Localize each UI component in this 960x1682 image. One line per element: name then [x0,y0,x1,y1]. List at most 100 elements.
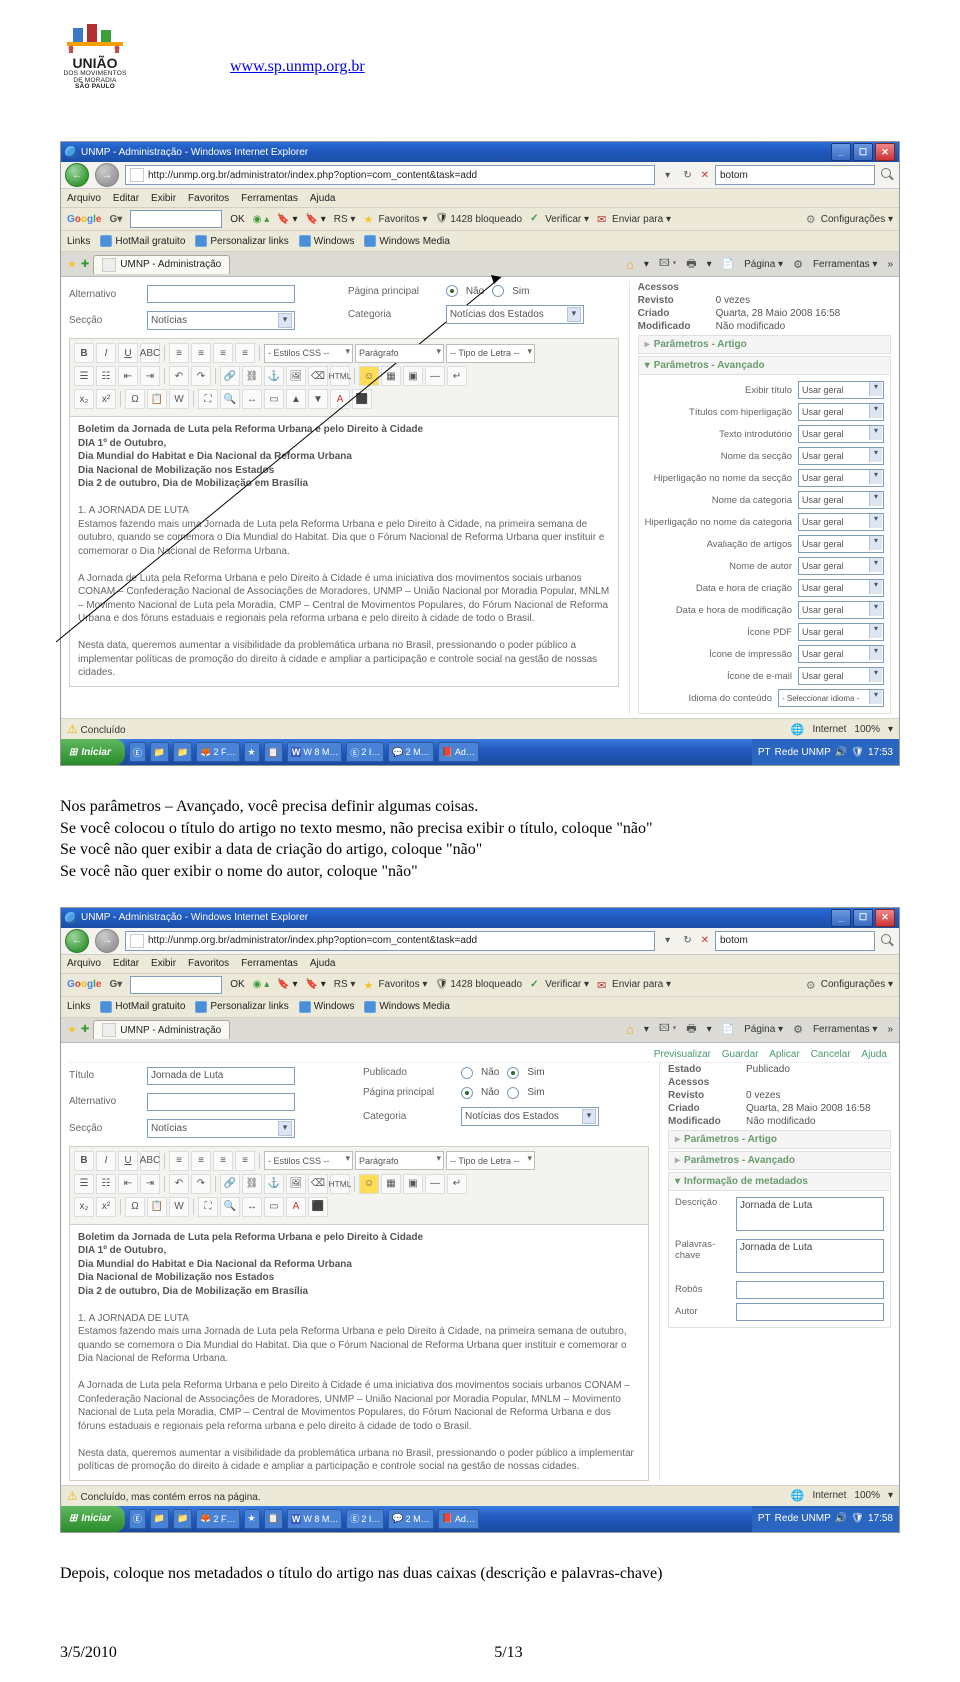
smiley-icon[interactable]: ☺ [359,366,379,386]
back-button[interactable]: ← [65,929,89,953]
pagina-principal-radio[interactable]: NãoSim [446,285,530,297]
hr-icon[interactable]: — [425,1174,445,1194]
action-ajuda[interactable]: Ajuda [861,1049,887,1060]
fullscreen-icon[interactable]: ⛶ [198,1197,218,1217]
align-right-icon[interactable]: ≡ [213,343,233,363]
sub-icon[interactable]: x₂ [74,1197,94,1217]
param-select[interactable]: Usar geral [798,645,884,663]
google-favoritos[interactable]: Favoritos ▾ [363,979,427,991]
tray-network[interactable]: Rede UNMP [775,1513,831,1524]
task-item[interactable]: 🦊 2 F… [196,1509,239,1529]
table-icon[interactable]: ▦ [381,366,401,386]
media-icon[interactable]: ▣ [403,366,423,386]
param-select[interactable]: Usar geral [798,601,884,619]
task-item[interactable]: 📕 Ad… [438,742,479,762]
sup-icon[interactable]: x² [96,1197,116,1217]
indent-icon[interactable]: ⇥ [140,1174,160,1194]
redo-icon[interactable]: ↷ [191,1174,211,1194]
maximize-button[interactable]: ☐ [853,909,873,927]
align-center-icon[interactable]: ≡ [191,343,211,363]
link-icon[interactable]: 🔗 [220,366,240,386]
fullscreen-icon[interactable]: ⛶ [198,389,218,409]
strike-icon[interactable]: ABC [140,1151,160,1171]
task-item[interactable]: W W 8 M… [287,1509,343,1529]
refresh-icon[interactable]: ↻ [681,168,695,182]
task-item[interactable]: 📁 [150,1509,169,1529]
favorites-star-icon[interactable] [67,258,77,271]
outdent-icon[interactable]: ⇤ [118,366,138,386]
param-select[interactable]: Usar geral [798,469,884,487]
categoria-select[interactable]: Notícias dos Estados [446,305,584,324]
menu-arquivo[interactable]: Arquivo [67,958,101,969]
font-select[interactable]: -- Tipo de Letra -- [446,1151,535,1170]
css-style-select[interactable]: - Estilos CSS -- [264,1151,353,1170]
site-url-link[interactable]: www.sp.unmp.org.br [230,58,365,76]
unlink-icon[interactable]: ⛓ [242,1174,262,1194]
color-icon[interactable]: A [286,1197,306,1217]
task-item[interactable]: 📋 [264,1509,283,1529]
url-input[interactable]: http://unmp.org.br/administrator/index.p… [125,931,655,951]
css-style-select[interactable]: - Estilos CSS -- [264,344,353,363]
task-item[interactable]: 📁 [173,742,192,762]
align-justify-icon[interactable]: ≡ [235,1151,255,1171]
font-select[interactable]: -- Tipo de Letra -- [446,344,535,363]
radio-icon[interactable] [492,285,504,297]
action-cancelar[interactable]: Cancelar [811,1049,851,1060]
param-select[interactable]: Usar geral [798,579,884,597]
url-dropdown-icon[interactable]: ▾ [661,168,675,182]
google-verificar[interactable]: Verificar ▾ [530,213,589,225]
anchor-icon[interactable]: ⚓ [264,1174,284,1194]
html-icon[interactable]: HTML [330,1174,350,1194]
task-item[interactable]: Ⓔ 2 I… [346,742,384,762]
link-personalizar[interactable]: Personalizar links [195,1001,288,1013]
accordion-artigo[interactable]: ▸Parâmetros - Artigo [668,1130,891,1149]
url-dropdown-icon[interactable]: ▾ [661,934,675,948]
strike-icon[interactable]: ABC [140,343,160,363]
minimize-button[interactable]: _ [831,909,851,927]
char-icon[interactable]: Ω [125,1197,145,1217]
param-select[interactable]: Usar geral [798,513,884,531]
hr-icon[interactable]: — [425,366,445,386]
outdent-icon[interactable]: ⇤ [118,1174,138,1194]
print-icon[interactable] [686,1020,696,1039]
param-select[interactable]: Usar geral [798,447,884,465]
table-icon[interactable]: ▦ [381,1174,401,1194]
ferramentas-menu[interactable]: Ferramentas ▾ [813,259,877,270]
image-icon[interactable]: 🖼 [286,1174,306,1194]
task-item[interactable]: Ⓔ 2 I… [346,1509,384,1529]
underline-icon[interactable]: U [118,1151,138,1171]
sub-icon[interactable]: x₂ [74,389,94,409]
paste-icon[interactable]: 📋 [147,389,167,409]
smiley-icon[interactable]: ☺ [359,1174,379,1194]
google-config[interactable]: Configurações ▾ [806,213,893,225]
robos-input[interactable] [736,1281,884,1299]
align-right-icon[interactable]: ≡ [213,1151,233,1171]
editor-body[interactable]: Boletim da Jornada de Luta pela Reforma … [69,417,619,687]
align-justify-icon[interactable]: ≡ [235,343,255,363]
char-icon[interactable]: Ω [125,389,145,409]
media-icon[interactable]: ▣ [403,1174,423,1194]
param-select[interactable]: Usar geral [798,425,884,443]
paragraph-select[interactable]: Parágrafo [355,344,444,363]
google-ok[interactable]: OK [230,214,244,225]
ferramentas-menu[interactable]: Ferramentas ▾ [813,1024,877,1035]
ol-icon[interactable]: ☷ [96,366,116,386]
align-center-icon[interactable]: ≡ [191,1151,211,1171]
param-select[interactable]: Usar geral [798,667,884,685]
redo-icon[interactable]: ↷ [191,366,211,386]
radio-icon[interactable] [461,1067,473,1079]
param-select[interactable]: Usar geral [798,535,884,553]
stop-icon[interactable]: ✕ [701,170,709,181]
google-bloqueado[interactable]: 1428 bloqueado [435,213,522,225]
unlink-icon[interactable]: ⛓ [242,366,262,386]
html-icon[interactable]: HTML [330,366,350,386]
task-item[interactable]: 📕 Ad… [438,1509,479,1529]
pagina-menu[interactable]: Página ▾ [744,259,783,270]
google-verificar[interactable]: Verificar ▾ [530,979,589,991]
task-item[interactable]: 💬 2 M… [388,1509,433,1529]
categoria-select[interactable]: Notícias dos Estados [461,1107,599,1126]
bold-icon[interactable]: B [74,343,94,363]
menu-ferramentas[interactable]: Ferramentas [241,193,298,204]
paste-word-icon[interactable]: W [169,1197,189,1217]
indent-icon[interactable]: ⇥ [140,366,160,386]
